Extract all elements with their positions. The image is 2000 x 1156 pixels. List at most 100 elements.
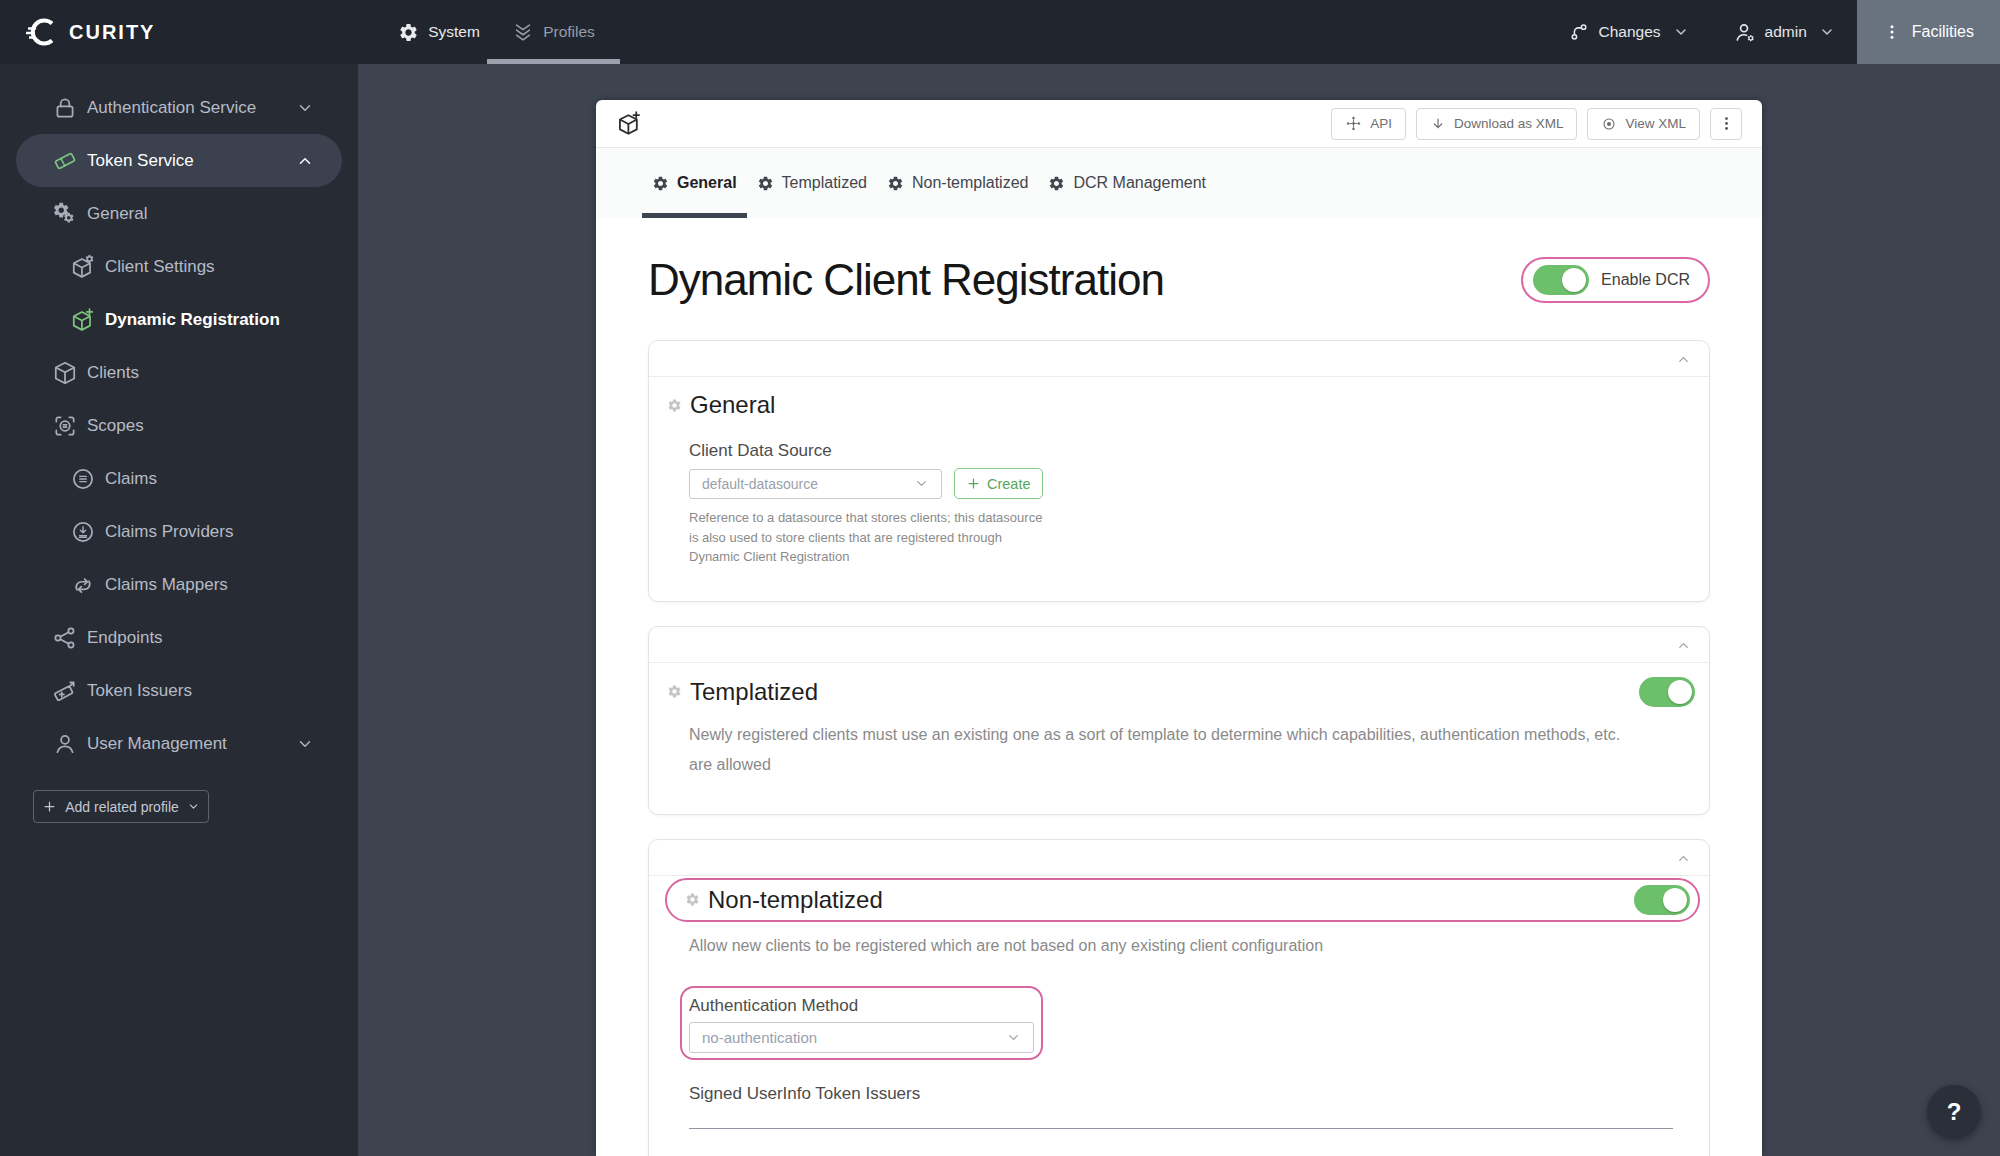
client-data-source-value: default-datasource: [702, 476, 818, 492]
sidebar-item-token-issuers[interactable]: Token Issuers: [0, 664, 358, 717]
non-templatized-description: Allow new clients to be registered which…: [689, 937, 1695, 955]
section-title: Non-templatized: [708, 886, 883, 914]
chevron-down-icon: [296, 99, 314, 117]
create-button-label: Create: [987, 476, 1031, 492]
curity-logo[interactable]: CURITY: [26, 0, 155, 64]
user-label: admin: [1765, 23, 1807, 41]
sidebar-item-endpoints[interactable]: Endpoints: [0, 611, 358, 664]
download-icon: [1430, 116, 1446, 132]
eye-icon: [1601, 116, 1617, 132]
user-gear-icon: [1733, 21, 1756, 44]
nav-tab-profiles-label: Profiles: [543, 23, 595, 41]
signed-userinfo-label: Signed UserInfo Token Issuers: [689, 1084, 1695, 1104]
top-navigation: CURITY System Profiles Changes admin Fac…: [0, 0, 2000, 64]
changes-menu[interactable]: Changes: [1546, 0, 1711, 64]
user-menu[interactable]: admin: [1711, 0, 1857, 64]
download-as-xml-button[interactable]: Download as XML: [1416, 108, 1578, 140]
tab-non-templatized[interactable]: Non-templatized: [877, 148, 1039, 218]
scan-list-icon: [52, 413, 78, 439]
templatized-toggle[interactable]: [1639, 677, 1695, 707]
person-icon: [52, 731, 78, 757]
nav-right-group: Changes admin Facilities: [1546, 0, 2000, 64]
view-button-label: View XML: [1625, 116, 1686, 131]
sidebar-item-scopes[interactable]: Scopes: [0, 399, 358, 452]
enable-dcr-toggle[interactable]: [1533, 265, 1589, 295]
gear-icon: [667, 398, 682, 413]
section-title: Templatized: [690, 678, 818, 706]
non-templatized-highlight: Non-templatized: [665, 878, 1700, 922]
sidebar-item-claims-mappers[interactable]: Claims Mappers: [0, 558, 358, 611]
chevron-down-icon: [187, 800, 200, 813]
sidebar-item-client-settings[interactable]: Client Settings: [0, 240, 358, 293]
help-label: ?: [1947, 1098, 1962, 1126]
swap-arrows-icon: [70, 572, 96, 598]
authentication-method-select[interactable]: no-authentication: [689, 1022, 1034, 1053]
non-templatized-toggle[interactable]: [1634, 885, 1690, 915]
branch-icon: [1568, 21, 1590, 43]
description-line: is also used to store clients that are r…: [689, 528, 1695, 548]
templatized-description: Newly registered clients must use an exi…: [689, 720, 1695, 780]
client-data-source-select[interactable]: default-datasource: [689, 469, 942, 499]
chevron-up-icon: [1676, 638, 1691, 653]
tab-label: Templatized: [782, 174, 867, 192]
enable-dcr-control: Enable DCR: [1521, 257, 1710, 303]
sidebar-item-label: Claims Providers: [105, 522, 233, 542]
sidebar-item-general[interactable]: General: [0, 187, 358, 240]
section-general: General Client Data Source default-datas…: [648, 340, 1710, 602]
gear-icon: [1048, 175, 1065, 192]
gear-icon: [887, 175, 904, 192]
lock-icon: [52, 95, 78, 121]
sidebar-item-claims-providers[interactable]: Claims Providers: [0, 505, 358, 558]
section-collapse-strip[interactable]: [649, 341, 1709, 377]
view-xml-button[interactable]: View XML: [1587, 108, 1700, 140]
sidebar-item-label: Token Issuers: [87, 681, 192, 701]
sidebar-item-token-service[interactable]: Token Service: [16, 134, 342, 187]
profile-tabs: General Templatized Non-templatized DCR …: [596, 148, 1762, 218]
chevron-up-icon: [1676, 851, 1691, 866]
more-options-button[interactable]: [1710, 108, 1742, 140]
gears-icon: [52, 201, 78, 227]
tab-dcr-management[interactable]: DCR Management: [1038, 148, 1216, 218]
authentication-method-value: no-authentication: [702, 1029, 817, 1046]
sidebar-item-authentication-service[interactable]: Authentication Service: [0, 81, 358, 134]
download-button-label: Download as XML: [1454, 116, 1564, 131]
curity-logo-icon: [26, 15, 60, 49]
section-collapse-strip[interactable]: [649, 627, 1709, 663]
sidebar-item-claims[interactable]: Claims: [0, 452, 358, 505]
plus-icon: [42, 799, 57, 814]
add-related-profile-button[interactable]: Add related profile: [33, 790, 209, 823]
changes-label: Changes: [1599, 23, 1661, 41]
help-button[interactable]: ?: [1927, 1085, 1981, 1139]
description-line: are allowed: [689, 750, 1695, 780]
api-button[interactable]: API: [1331, 108, 1406, 140]
main-nav-tabs: System Profiles: [391, 0, 620, 64]
chevron-up-icon: [1676, 352, 1691, 367]
tab-label: General: [677, 174, 737, 192]
tab-general[interactable]: General: [642, 148, 747, 218]
section-collapse-strip[interactable]: [649, 840, 1709, 876]
chevron-down-icon: [1819, 24, 1835, 40]
tab-templatized[interactable]: Templatized: [747, 148, 877, 218]
sidebar-item-user-management[interactable]: User Management: [0, 717, 358, 770]
nav-tab-system[interactable]: System: [391, 0, 487, 64]
nav-tab-profiles[interactable]: Profiles: [487, 0, 620, 64]
sidebar-item-dynamic-registration[interactable]: Dynamic Registration: [0, 293, 358, 346]
signed-userinfo-input[interactable]: [689, 1128, 1673, 1129]
sidebar-item-label: Clients: [87, 363, 139, 383]
cube-icon: [52, 360, 78, 386]
brand-name: CURITY: [69, 21, 155, 44]
chevron-down-icon: [914, 476, 929, 491]
create-datasource-button[interactable]: Create: [954, 468, 1043, 499]
kebab-menu-icon: [1718, 115, 1735, 132]
layers-icon: [512, 21, 534, 43]
content-card: API Download as XML View XML General Tem…: [596, 100, 1762, 1156]
ticket-plus-icon: [52, 678, 78, 704]
sidebar-item-clients[interactable]: Clients: [0, 346, 358, 399]
ticket-icon: [52, 148, 78, 174]
sidebar-item-label: General: [87, 204, 147, 224]
client-data-source-description: Reference to a datasource that stores cl…: [689, 508, 1695, 567]
facilities-button[interactable]: Facilities: [1857, 0, 2000, 64]
authentication-method-highlight: Authentication Method no-authentication: [680, 986, 1043, 1060]
chevron-down-icon: [1006, 1030, 1021, 1045]
description-line: Reference to a datasource that stores cl…: [689, 508, 1695, 528]
